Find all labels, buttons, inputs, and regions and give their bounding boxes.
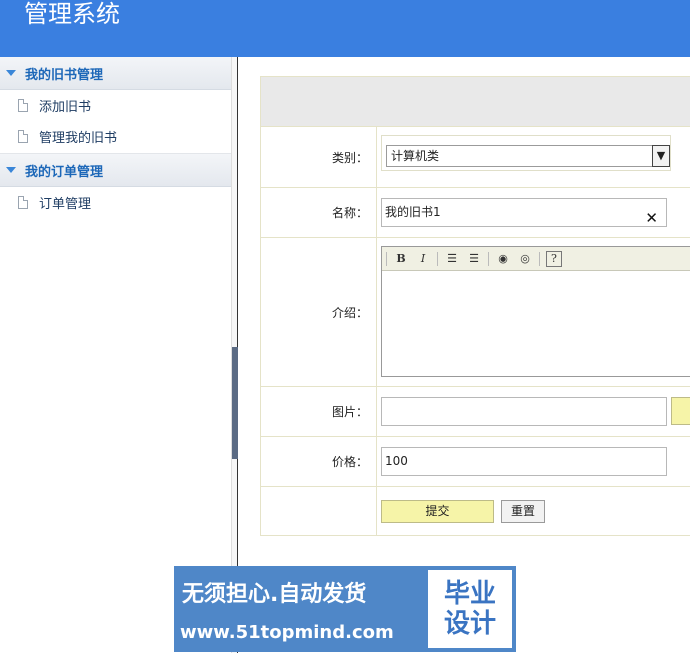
sidebar-group-title: 我的旧书管理 xyxy=(25,67,104,83)
name-label: 名称： xyxy=(261,188,377,237)
row-price: 价格： 100 xyxy=(261,437,690,487)
price-label: 价格： xyxy=(261,437,377,486)
document-icon xyxy=(18,130,28,143)
name-input-value: 我的旧书1 xyxy=(385,205,441,219)
bold-button[interactable]: B xyxy=(393,251,409,267)
sidebar-group-title: 我的订单管理 xyxy=(25,164,104,180)
editor-toolbar: B I ☰ ☰ ◉ ◎ ? xyxy=(382,247,690,271)
reset-button[interactable]: 重置 xyxy=(501,500,545,523)
category-select-wrapper: 计算机类 ▼ xyxy=(381,135,671,171)
category-select[interactable]: 计算机类 ▼ xyxy=(386,145,670,167)
clear-icon[interactable]: ✕ xyxy=(645,205,658,232)
toolbar-divider xyxy=(437,251,438,266)
triangle-down-icon xyxy=(6,70,16,76)
intro-label: 介绍： xyxy=(261,238,377,386)
triangle-down-icon xyxy=(6,167,16,173)
row-actions: 提交 重置 xyxy=(261,487,690,536)
price-input[interactable]: 100 xyxy=(381,447,667,476)
insert-link-icon[interactable]: ◉ xyxy=(495,251,511,267)
sidebar-item-label: 管理我的旧书 xyxy=(39,131,118,146)
category-label: 类别： xyxy=(261,127,377,187)
image-label: 图片： xyxy=(261,387,377,436)
app-title: 管理系统 xyxy=(24,0,120,28)
submit-button[interactable]: 提交 xyxy=(381,500,494,523)
splitter-handle[interactable] xyxy=(232,347,238,459)
category-selected-value: 计算机类 xyxy=(391,149,440,163)
upload-button[interactable] xyxy=(671,397,690,425)
help-button[interactable]: ? xyxy=(546,250,562,267)
sidebar-item-manage-my-books[interactable]: 管理我的旧书 xyxy=(0,121,231,152)
watermark-slogan: 无须担心.自动发货 xyxy=(182,582,367,607)
toolbar-divider xyxy=(386,251,387,266)
chevron-down-icon[interactable]: ▼ xyxy=(652,145,670,167)
document-icon xyxy=(18,99,28,112)
sidebar-item-label: 订单管理 xyxy=(39,197,92,212)
watermark-url: www.51topmind.com xyxy=(180,622,394,643)
italic-button[interactable]: I xyxy=(415,251,431,267)
form-caption-bar xyxy=(261,77,690,127)
sidebar-group-order-management[interactable]: 我的订单管理 xyxy=(0,154,231,187)
row-intro: 介绍： B I ☰ ☰ ◉ ◎ ? xyxy=(261,238,690,387)
sidebar: 我的旧书管理 添加旧书 管理我的旧书 我的订单管理 订单管理 xyxy=(0,57,232,653)
book-form: 类别： 计算机类 ▼ 名称： 我的旧书1 ✕ 介绍： B I ☰ ☰ ◉ ◎ ?… xyxy=(260,76,690,536)
ordered-list-icon[interactable]: ☰ xyxy=(444,251,460,267)
watermark-banner: 无须担心.自动发货 www.51topmind.com 毕业 设计 xyxy=(174,566,516,652)
sidebar-group-book-management[interactable]: 我的旧书管理 xyxy=(0,57,231,90)
watermark-badge-line1: 毕业 xyxy=(443,579,496,609)
sidebar-item-add-book[interactable]: 添加旧书 xyxy=(0,90,231,121)
row-name: 名称： 我的旧书1 ✕ xyxy=(261,188,690,238)
sidebar-item-orders[interactable]: 订单管理 xyxy=(0,187,231,218)
row-image: 图片： xyxy=(261,387,690,437)
toolbar-divider xyxy=(539,251,540,266)
intro-rich-editor[interactable]: B I ☰ ☰ ◉ ◎ ? xyxy=(381,246,690,377)
watermark-badge-line2: 设计 xyxy=(443,609,496,639)
row-category: 类别： 计算机类 ▼ xyxy=(261,127,690,188)
unordered-list-icon[interactable]: ☰ xyxy=(466,251,482,267)
document-icon xyxy=(18,196,28,209)
sidebar-item-label: 添加旧书 xyxy=(39,100,92,115)
panel-splitter[interactable] xyxy=(232,57,238,653)
app-header: 管理系统 xyxy=(0,0,690,57)
name-input[interactable]: 我的旧书1 ✕ xyxy=(381,198,667,227)
watermark-badge: 毕业 设计 xyxy=(428,570,512,648)
actions-label-cell xyxy=(261,487,377,535)
toolbar-divider xyxy=(488,251,489,266)
image-path-input[interactable] xyxy=(381,397,667,426)
watermark-text-block: 无须担心.自动发货 www.51topmind.com xyxy=(174,566,426,652)
unlink-icon[interactable]: ◎ xyxy=(517,251,533,267)
